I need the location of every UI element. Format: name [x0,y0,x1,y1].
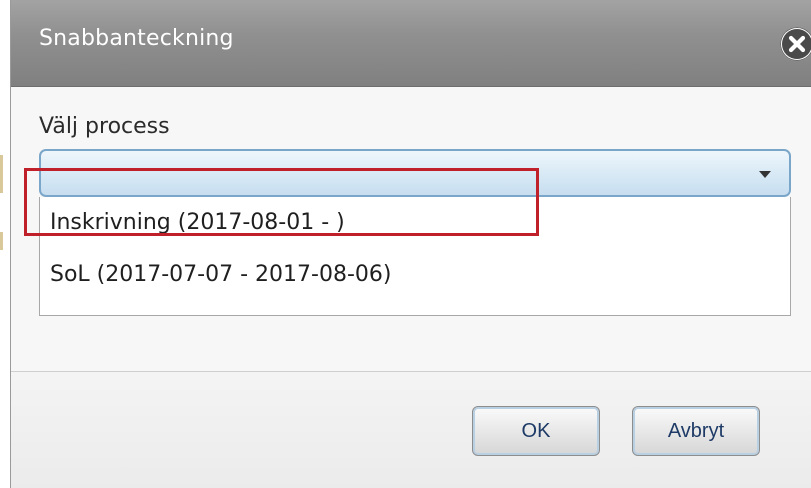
option-label: Inskrivning (2017-08-01 - ) [50,210,345,235]
ok-button[interactable]: OK [472,406,600,456]
option-label: SoL (2017-07-07 - 2017-08-06) [50,262,392,287]
dialog-footer: OK Avbryt [11,372,811,488]
page: Snabbanteckning Välj process Inskrivning… [0,0,811,488]
dialog-titlebar: Snabbanteckning [11,0,811,87]
process-label: Välj process [39,114,170,139]
background-artifact [0,232,3,250]
dialog-body: Välj process Inskrivning (2017-08-01 - )… [11,87,811,371]
quick-note-dialog: Snabbanteckning Välj process Inskrivning… [10,0,811,488]
dialog-title: Snabbanteckning [39,26,234,51]
chevron-down-icon [759,171,771,178]
close-button[interactable] [780,27,811,61]
process-dropdown-list: Inskrivning (2017-08-01 - ) SoL (2017-07… [39,197,791,316]
process-option-sol[interactable]: SoL (2017-07-07 - 2017-08-06) [40,249,790,299]
process-option-inskrivning[interactable]: Inskrivning (2017-08-01 - ) [40,197,790,247]
background-artifact [0,155,3,193]
close-circle-icon [782,29,811,59]
process-select[interactable] [39,149,791,197]
cancel-button[interactable]: Avbryt [632,406,760,456]
